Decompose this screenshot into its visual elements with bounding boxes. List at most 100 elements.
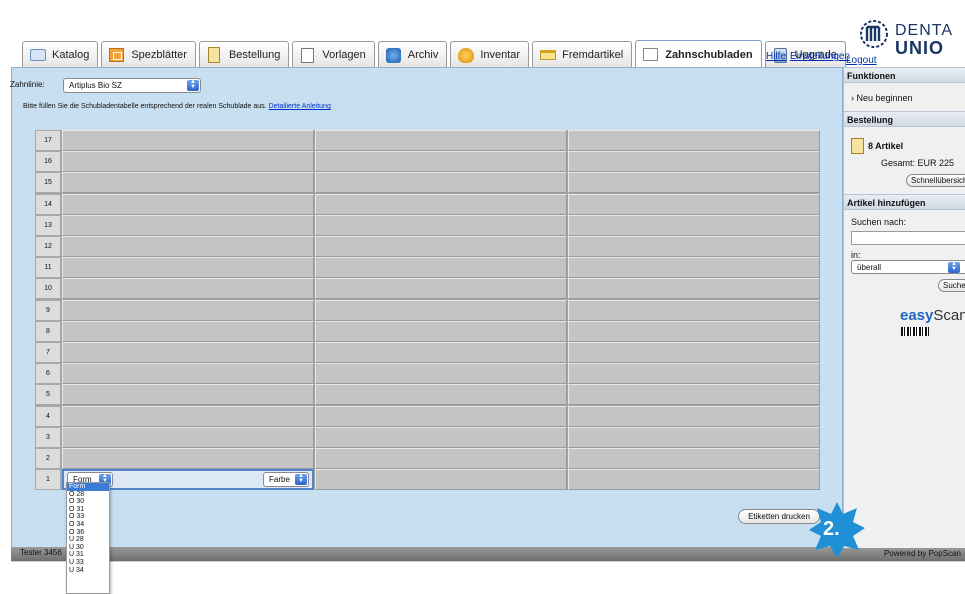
- drawer-row: 13: [35, 214, 820, 236]
- drawer-cell[interactable]: [315, 172, 567, 194]
- drawer-cell[interactable]: [62, 151, 314, 173]
- drawer-cell[interactable]: [315, 426, 567, 448]
- drawer-cell[interactable]: [568, 236, 820, 257]
- row-number: 9: [35, 299, 61, 321]
- drawer-cell[interactable]: [62, 172, 314, 194]
- drawer-cell[interactable]: [315, 342, 567, 363]
- drawer-cell[interactable]: [62, 257, 314, 279]
- drawer-cell[interactable]: [568, 342, 820, 363]
- drawer-cell[interactable]: [315, 130, 567, 151]
- drawer-cell[interactable]: [568, 384, 820, 406]
- hilfe-link[interactable]: Hilfe: [766, 51, 786, 62]
- drawer-cell[interactable]: [315, 384, 567, 406]
- drawer-cell[interactable]: [62, 299, 314, 321]
- drawer-cell[interactable]: [62, 193, 314, 215]
- row-number: 1: [35, 469, 61, 491]
- drawer-cell[interactable]: [315, 405, 567, 427]
- grid-sheet-icon: [108, 47, 125, 64]
- drawer-cell[interactable]: [62, 278, 314, 300]
- dropdown-option[interactable]: O 33: [67, 513, 109, 521]
- drawer-cell[interactable]: [315, 320, 567, 342]
- drawer-cell[interactable]: [62, 448, 314, 469]
- drawer-cell[interactable]: [62, 320, 314, 342]
- logo-mark-icon: [860, 20, 888, 48]
- dropdown-option[interactable]: U 34: [67, 567, 109, 575]
- drawer-cell[interactable]: [315, 278, 567, 300]
- dropdown-option[interactable]: U 30: [67, 544, 109, 552]
- drawer-cell[interactable]: [62, 363, 314, 385]
- drawer-row: 11: [35, 257, 820, 279]
- tab-archiv[interactable]: Archiv: [377, 41, 448, 68]
- clipboard-icon: [851, 138, 864, 154]
- drawer-cell[interactable]: [568, 130, 820, 151]
- tab-katalog[interactable]: Katalog: [22, 41, 99, 68]
- form-dropdown-list[interactable]: Form O 28 O 30 O 31 O 33 O 34 O 36 U 28 U 30 U 31…: [66, 482, 110, 594]
- dropdown-option[interactable]: U 33: [67, 559, 109, 567]
- drawer-cell[interactable]: [315, 193, 567, 215]
- drawer-cell[interactable]: [568, 214, 820, 236]
- tab-inventar[interactable]: Inventar: [450, 41, 530, 68]
- search-scope-select[interactable]: überall ▲ ▼: [851, 260, 965, 274]
- search-input[interactable]: [851, 231, 965, 245]
- drawer-cell[interactable]: [62, 214, 314, 236]
- drawer-cell[interactable]: [568, 257, 820, 279]
- drawer-cell[interactable]: [62, 236, 314, 257]
- zahnlinie-select[interactable]: Artiplus Bio SZ ▲ ▼: [63, 78, 201, 93]
- drawer-cell[interactable]: [62, 342, 314, 363]
- drawer-cell[interactable]: [568, 299, 820, 321]
- drawer-cell[interactable]: [62, 405, 314, 427]
- search-button[interactable]: Suchen: [938, 279, 965, 292]
- drawer-cell[interactable]: [568, 448, 820, 469]
- drawer-cell[interactable]: [568, 172, 820, 194]
- row-number: 5: [35, 384, 61, 406]
- drawer-cell[interactable]: [568, 405, 820, 427]
- drawer-cell[interactable]: [315, 299, 567, 321]
- tab-zahnschubladen[interactable]: Zahnschubladen: [635, 40, 762, 68]
- drawer-cell[interactable]: [315, 214, 567, 236]
- neu-beginnen-link[interactable]: › Neu beginnen: [851, 93, 913, 103]
- row-number: 10: [35, 278, 61, 300]
- drawer-cell[interactable]: [315, 151, 567, 173]
- drawer-cell[interactable]: [315, 236, 567, 257]
- einstellungen-link[interactable]: Einstellungen: [790, 51, 850, 62]
- drawer-cell[interactable]: [62, 384, 314, 406]
- drawer-cell[interactable]: [568, 363, 820, 385]
- dropdown-option[interactable]: O 36: [67, 529, 109, 537]
- drawer-cell[interactable]: [568, 193, 820, 215]
- drawer-cell[interactable]: [568, 151, 820, 173]
- drawer-row: 8: [35, 320, 820, 342]
- drawer-cell[interactable]: [568, 469, 820, 491]
- row-number: 17: [35, 130, 61, 151]
- archive-cube-icon: [385, 47, 402, 64]
- dropdown-option[interactable]: O 34: [67, 521, 109, 529]
- drawer-cell[interactable]: [568, 426, 820, 448]
- row-number: 13: [35, 214, 61, 236]
- row-number: 15: [35, 172, 61, 194]
- farbe-select[interactable]: Farbe ▲ ▼: [263, 472, 309, 488]
- drawer-cell[interactable]: [315, 363, 567, 385]
- drawer-cell[interactable]: [315, 257, 567, 279]
- tab-spezblaetter[interactable]: Spezblätter: [101, 41, 196, 68]
- dropdown-option[interactable]: U 31: [67, 551, 109, 559]
- scan-text: Scan: [933, 307, 965, 324]
- user-label: Tester 3456: [20, 548, 62, 557]
- dropdown-option[interactable]: U 28: [67, 536, 109, 544]
- drawer-cell[interactable]: [568, 278, 820, 300]
- detailed-guide-link[interactable]: Detailierte Anleitung: [269, 103, 331, 110]
- dropdown-option[interactable]: Form: [67, 483, 109, 491]
- drawer-cell[interactable]: [315, 469, 567, 491]
- drawer-cell[interactable]: [315, 448, 567, 469]
- drawer-cell[interactable]: [62, 426, 314, 448]
- quick-overview-button[interactable]: Schnellübersicht: [906, 174, 965, 187]
- tab-vorlagen[interactable]: Vorlagen: [292, 41, 375, 68]
- divider: [11, 561, 965, 562]
- tab-fremdartikel[interactable]: Fremdartikel: [532, 41, 633, 68]
- drawer-cell[interactable]: [62, 130, 314, 151]
- inventory-bag-icon: [457, 47, 474, 64]
- dropdown-option[interactable]: O 30: [67, 498, 109, 506]
- step-badge: 2.: [807, 500, 867, 560]
- dropdown-option[interactable]: O 31: [67, 506, 109, 514]
- dropdown-option[interactable]: O 28: [67, 491, 109, 499]
- tab-bestellung[interactable]: Bestellung: [198, 41, 290, 68]
- drawer-cell[interactable]: [568, 320, 820, 342]
